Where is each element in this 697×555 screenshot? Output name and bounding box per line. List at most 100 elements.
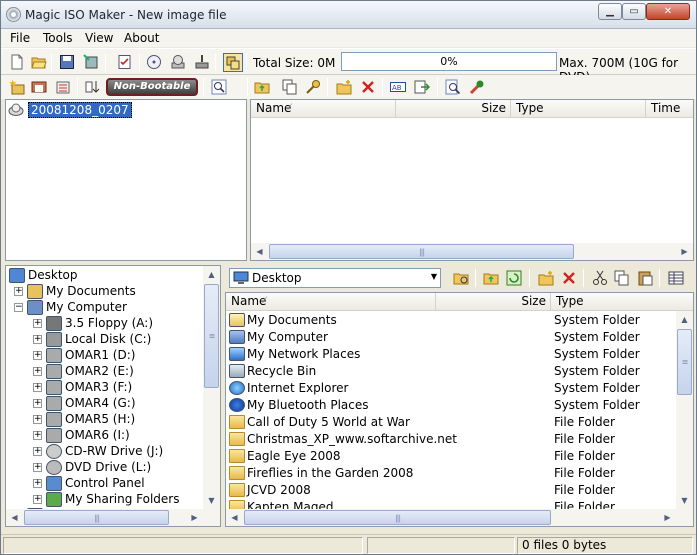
column-header-size[interactable]: Size: [396, 100, 511, 118]
file-row[interactable]: Eagle Eye 2008 File Folder: [226, 448, 675, 465]
view-details-icon[interactable]: [668, 270, 684, 286]
image-list-scroll-thumb[interactable]: |||: [269, 244, 574, 259]
explorer-list-vertical-scrollbar[interactable]: ▲ ≡ ▼: [676, 311, 693, 509]
new-file-icon[interactable]: [9, 54, 25, 70]
explorer-tree-scroll-thumb[interactable]: ≡: [204, 284, 219, 388]
explorer-up-folder-icon[interactable]: [483, 270, 499, 286]
find-icon[interactable]: [445, 79, 461, 95]
address-combobox[interactable]: Desktop ▼: [229, 268, 441, 288]
refresh-disc-icon[interactable]: [146, 54, 162, 70]
sort-icon[interactable]: [85, 79, 101, 95]
expand-icon[interactable]: +: [33, 335, 42, 344]
file-row[interactable]: Recycle Bin System Folder: [226, 363, 675, 380]
explorer-list-horizontal-scrollbar[interactable]: ◀ ||| ▶: [226, 509, 693, 526]
file-row[interactable]: JCVD 2008 File Folder: [226, 482, 675, 499]
explorer-tree-hscroll-thumb[interactable]: |||: [24, 510, 169, 525]
file-row[interactable]: Christmas_XP_www.softarchive.net File Fol…: [226, 431, 675, 448]
key-icon[interactable]: [305, 79, 321, 95]
minimize-button[interactable]: ▁: [598, 3, 622, 20]
explorer-tree-horizontal-scrollbar[interactable]: ◀ ||| ▶: [6, 509, 220, 526]
expand-icon[interactable]: +: [33, 383, 42, 392]
new-folder-star-icon[interactable]: [9, 79, 25, 95]
maximize-button[interactable]: ▭: [622, 3, 646, 20]
expand-icon[interactable]: +: [33, 415, 42, 424]
expand-icon[interactable]: +: [14, 287, 23, 296]
menu-view[interactable]: View: [85, 31, 113, 45]
expand-icon[interactable]: +: [33, 447, 42, 456]
expand-icon[interactable]: +: [33, 399, 42, 408]
scroll-right-icon[interactable]: ▶: [186, 509, 203, 526]
image-tree-panel[interactable]: 20081208_0207: [5, 99, 247, 261]
mount-image-icon[interactable]: [223, 53, 243, 72]
title-bar[interactable]: Magic ISO Maker - New image file ▁ ▭ ✕: [1, 1, 696, 29]
scroll-up-icon[interactable]: ▲: [203, 266, 220, 283]
explorer-file-list[interactable]: Name ⁄ Size Type My Documents System Folde…: [225, 292, 694, 527]
image-file-list[interactable]: Name ⁄ Size Type Time ◀ ||| ▶: [250, 99, 694, 261]
explorer-refresh-icon[interactable]: [506, 270, 522, 286]
column-header-time[interactable]: Time: [646, 100, 693, 118]
up-folder-icon[interactable]: [254, 79, 270, 95]
explorer-list-scroll-thumb[interactable]: ≡: [677, 329, 692, 395]
properties-icon[interactable]: [117, 54, 133, 70]
scroll-down-icon[interactable]: ▼: [203, 492, 220, 509]
column-header-name[interactable]: Name ⁄: [251, 100, 396, 118]
add-files-icon[interactable]: [282, 79, 298, 95]
file-row[interactable]: My Documents System Folder: [226, 312, 675, 329]
explorer-column-type[interactable]: Type: [551, 293, 693, 311]
scroll-up-icon[interactable]: ▲: [676, 311, 693, 328]
explorer-column-name[interactable]: Name ⁄: [226, 293, 436, 311]
menu-tools[interactable]: Tools: [43, 31, 73, 45]
new-folder-icon[interactable]: [336, 79, 352, 95]
open-folder-icon[interactable]: [31, 54, 47, 70]
file-row[interactable]: My Bluetooth Places System Folder: [226, 397, 675, 414]
delete-list-icon[interactable]: [55, 79, 71, 95]
expand-icon[interactable]: +: [33, 431, 42, 440]
explorer-tree-vertical-scrollbar[interactable]: ▲ ≡ ▼: [203, 266, 220, 509]
virtual-drive-icon[interactable]: [194, 54, 210, 70]
explorer-delete-icon[interactable]: [561, 270, 577, 286]
close-button[interactable]: ✕: [646, 3, 690, 20]
file-row[interactable]: Fireflies in the Garden 2008 File Folder: [226, 465, 675, 482]
expand-icon[interactable]: +: [33, 351, 42, 360]
extract-icon[interactable]: [31, 79, 47, 95]
scroll-left-icon[interactable]: ◀: [226, 509, 243, 526]
explorer-list-hscroll-thumb[interactable]: |||: [244, 510, 551, 525]
explorer-tree-panel[interactable]: Desktop + My Documents − My Computer +3.5 Flo…: [5, 265, 221, 527]
image-list-horizontal-scrollbar[interactable]: ◀ ||| ▶: [251, 243, 693, 260]
rename-icon[interactable]: AB: [390, 79, 406, 95]
scroll-right-icon[interactable]: ▶: [659, 509, 676, 526]
scroll-down-icon[interactable]: ▼: [676, 492, 693, 509]
search-image-icon[interactable]: [211, 79, 227, 95]
image-root-label[interactable]: 20081208_0207: [28, 102, 132, 118]
save-icon[interactable]: [59, 54, 75, 70]
copy-icon[interactable]: [614, 270, 630, 286]
non-bootable-button[interactable]: Non-Bootable: [106, 78, 198, 96]
scroll-right-icon[interactable]: ▶: [676, 243, 693, 260]
delete-icon[interactable]: [360, 79, 376, 95]
explorer-new-folder-icon[interactable]: [538, 270, 554, 286]
burn-cd-icon[interactable]: [170, 54, 186, 70]
export-icon[interactable]: [414, 79, 430, 95]
file-row[interactable]: My Computer System Folder: [226, 329, 675, 346]
menu-file[interactable]: File: [10, 31, 30, 45]
collapse-icon[interactable]: −: [14, 303, 23, 312]
explorer-column-size[interactable]: Size: [436, 293, 551, 311]
expand-icon[interactable]: +: [33, 479, 42, 488]
expand-icon[interactable]: +: [33, 463, 42, 472]
tools-icon[interactable]: [469, 79, 485, 95]
menu-about[interactable]: About: [124, 31, 159, 45]
scroll-left-icon[interactable]: ◀: [251, 243, 268, 260]
chevron-down-icon[interactable]: ▼: [431, 272, 437, 281]
file-row[interactable]: My Network Places System Folder: [226, 346, 675, 363]
expand-icon[interactable]: +: [33, 319, 42, 328]
expand-icon[interactable]: +: [33, 367, 42, 376]
file-row[interactable]: Internet Explorer System Folder: [226, 380, 675, 397]
go-folder-icon[interactable]: [453, 270, 469, 286]
save-as-icon[interactable]: [83, 54, 99, 70]
file-row[interactable]: Call of Duty 5 World at War File Folder: [226, 414, 675, 431]
expand-icon[interactable]: +: [33, 495, 42, 504]
paste-icon[interactable]: [637, 270, 653, 286]
scroll-left-icon[interactable]: ◀: [6, 509, 23, 526]
cut-icon[interactable]: [592, 270, 608, 286]
column-header-type[interactable]: Type: [511, 100, 646, 118]
